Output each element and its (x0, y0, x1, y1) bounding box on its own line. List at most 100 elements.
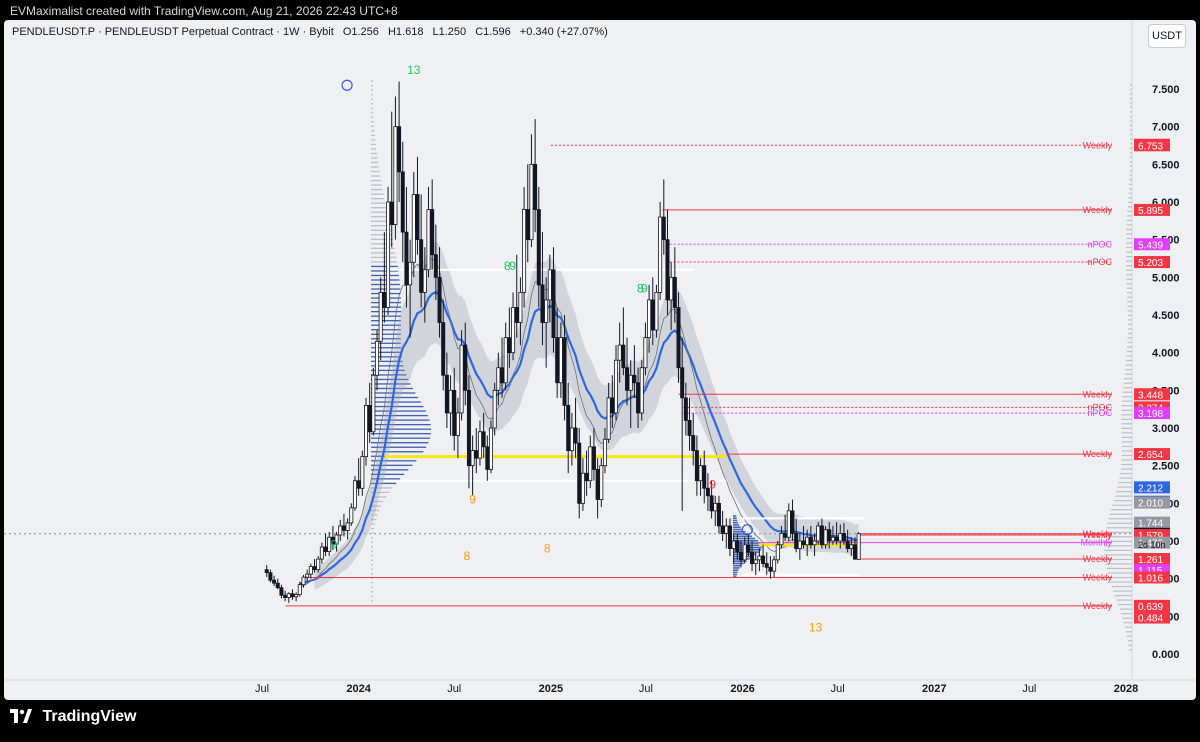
candle-body[interactable] (636, 382, 641, 414)
candle-body[interactable] (761, 555, 766, 564)
candle-body[interactable] (360, 456, 365, 489)
candle-body[interactable] (566, 404, 571, 451)
candle-body[interactable] (488, 427, 493, 470)
candle-body[interactable] (680, 367, 685, 399)
candle-body[interactable] (647, 299, 652, 338)
candle-body[interactable] (658, 216, 663, 293)
candle-body[interactable] (687, 420, 692, 436)
candle-body[interactable] (584, 472, 589, 482)
candle-body[interactable] (433, 254, 438, 278)
candle-body[interactable] (639, 367, 644, 414)
candle-body[interactable] (768, 566, 773, 572)
candle-body[interactable] (375, 340, 380, 376)
candle-body[interactable] (283, 594, 288, 598)
candle-body[interactable] (621, 344, 626, 369)
candle-body[interactable] (466, 389, 471, 467)
candle-body[interactable] (397, 126, 402, 173)
candle-body[interactable] (503, 337, 508, 384)
candle-body[interactable] (573, 427, 578, 444)
candle-body[interactable] (580, 472, 585, 504)
candle-body[interactable] (786, 510, 791, 538)
candle-body[interactable] (650, 299, 655, 331)
candle-body[interactable] (275, 582, 280, 589)
candle-body[interactable] (569, 427, 574, 452)
candle-body[interactable] (294, 594, 299, 598)
candle-body[interactable] (485, 446, 490, 470)
candle-body[interactable] (492, 389, 497, 429)
candle-body[interactable] (558, 337, 563, 384)
candle-body[interactable] (676, 307, 681, 369)
candle-body[interactable] (500, 367, 505, 384)
candle-body[interactable] (455, 412, 460, 436)
candle-body[interactable] (426, 209, 431, 271)
candle-body[interactable] (753, 559, 758, 564)
candle-body[interactable] (856, 533, 861, 560)
candle-body[interactable] (632, 374, 637, 384)
candle-body[interactable] (775, 544, 780, 561)
candle-body[interactable] (264, 569, 269, 574)
candle-body[interactable] (665, 239, 670, 301)
candle-body[interactable] (790, 510, 795, 534)
candle-body[interactable] (628, 374, 633, 391)
candle-body[interactable] (816, 525, 821, 542)
candle-body[interactable] (819, 525, 824, 546)
candle-body[interactable] (459, 344, 464, 414)
candle-body[interactable] (540, 284, 545, 323)
candle-body[interactable] (614, 359, 619, 414)
candle-body[interactable] (312, 566, 317, 571)
candle-body[interactable] (400, 171, 405, 233)
candle-body[interactable] (367, 404, 372, 433)
candle-body[interactable] (672, 276, 677, 308)
candle-body[interactable] (444, 374, 449, 414)
candle-body[interactable] (713, 502, 718, 512)
candle-body[interactable] (536, 209, 541, 286)
candle-body[interactable] (757, 555, 762, 561)
candle-body[interactable] (338, 525, 343, 536)
candle-body[interactable] (562, 337, 567, 406)
candle-body[interactable] (422, 269, 427, 293)
candle-body[interactable] (838, 533, 843, 542)
candle-body[interactable] (588, 446, 593, 482)
candle-body[interactable] (441, 322, 446, 376)
candle-body[interactable] (595, 469, 600, 500)
candle-body[interactable] (852, 544, 857, 560)
candle-body[interactable] (731, 540, 736, 549)
candle-body[interactable] (654, 291, 659, 331)
candle-body[interactable] (551, 269, 556, 339)
candle-body[interactable] (698, 465, 703, 482)
candle-body[interactable] (316, 558, 321, 571)
candle-body[interactable] (739, 551, 744, 561)
candle-body[interactable] (279, 587, 284, 596)
candle-body[interactable] (727, 525, 732, 549)
candle-body[interactable] (805, 536, 810, 546)
candle-body[interactable] (797, 540, 802, 549)
candle-body[interactable] (724, 525, 729, 534)
candle-body[interactable] (301, 576, 306, 586)
candle-body[interactable] (735, 540, 740, 553)
candle-body[interactable] (463, 344, 468, 391)
candle-body[interactable] (794, 533, 799, 549)
candle-body[interactable] (591, 446, 596, 470)
candle-body[interactable] (389, 201, 394, 226)
candle-body[interactable] (514, 307, 519, 323)
candle-body[interactable] (448, 389, 453, 414)
candle-body[interactable] (419, 239, 424, 293)
candle-body[interactable] (764, 563, 769, 568)
candle-body[interactable] (525, 209, 530, 241)
candle-body[interactable] (830, 536, 835, 542)
candle-body[interactable] (518, 291, 523, 323)
candle-body[interactable] (694, 450, 699, 482)
candle-body[interactable] (746, 544, 751, 553)
candle-body[interactable] (272, 579, 277, 584)
candle-body[interactable] (430, 209, 435, 256)
candle-body[interactable] (599, 465, 604, 500)
candle-body[interactable] (371, 374, 376, 433)
candle-body[interactable] (812, 540, 817, 546)
candle-body[interactable] (669, 276, 674, 301)
candle-body[interactable] (474, 450, 479, 459)
candle-body[interactable] (845, 540, 850, 549)
candle-body[interactable] (750, 551, 755, 564)
candle-body[interactable] (702, 465, 707, 489)
candle-body[interactable] (319, 546, 324, 560)
candle-body[interactable] (437, 276, 442, 323)
